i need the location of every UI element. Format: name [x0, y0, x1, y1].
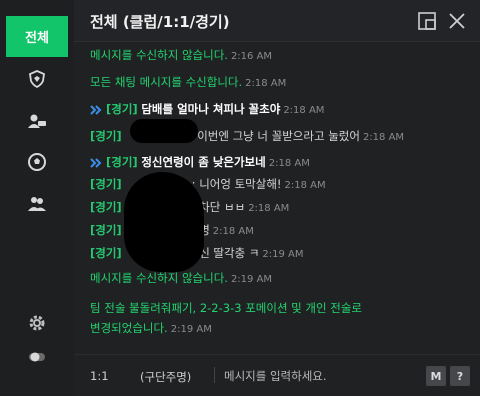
close-icon[interactable]: [446, 10, 468, 32]
gear-icon[interactable]: [26, 312, 48, 334]
shield-icon[interactable]: [26, 68, 48, 90]
list-item: [경기]: 니어엉 토막살해! 2:18 AM: [90, 177, 326, 191]
tab-all[interactable]: 전체: [6, 16, 68, 57]
group-icon[interactable]: [26, 193, 48, 215]
recipient-selector[interactable]: (구단주명): [140, 369, 191, 385]
list-item: [경기] 정신연령이 좀 낮은가보네 2:18 AM: [90, 154, 310, 172]
list-item: 변경되었습니다. 2:19 AM: [90, 321, 212, 335]
toggle-icon[interactable]: [26, 346, 48, 368]
list-item: 메시지를 수신하지 않습니다. 2:19 AM: [90, 271, 273, 285]
channel-selector[interactable]: 1:1: [90, 369, 109, 383]
message-list: 메시지를 수신하지 않습니다. 2:16 AM 모든 채팅 메시지를 수신합니다.…: [74, 44, 480, 344]
list-item: [경기] 담배를 얼마나 쳐피나 꼴초야 2:18 AM: [90, 101, 324, 119]
macro-button[interactable]: M: [426, 366, 446, 386]
list-item: 모든 채팅 메시지를 수신합니다. 2:18 AM: [90, 75, 287, 89]
redacted-name: [124, 172, 204, 272]
friend-chat-icon[interactable]: [26, 110, 48, 132]
sidebar: 전체: [0, 0, 74, 396]
shout-arrow-icon: [90, 104, 102, 115]
chat-input-bar: 1:1 (구단주명) M ?: [74, 354, 480, 396]
shout-arrow-icon: [90, 157, 102, 168]
list-item: 메시지를 수신하지 않습니다. 2:16 AM: [90, 48, 273, 62]
chat-panel: 전체 (클럽/1:1/경기) 메시지를 수신하지 않습니다. 2:16 AM 모든…: [74, 0, 480, 396]
redacted-name: [130, 119, 198, 143]
minimize-window-icon[interactable]: [416, 10, 438, 32]
list-item: 팀 전술 불돌려줘패기, 2-2-3-3 포메이션 및 개인 전술로: [90, 301, 362, 315]
ball-icon[interactable]: [26, 151, 48, 173]
help-button[interactable]: ?: [450, 366, 470, 386]
chat-header: 전체 (클럽/1:1/경기): [74, 0, 480, 42]
divider: [214, 367, 215, 383]
page-title: 전체 (클럽/1:1/경기): [90, 13, 230, 31]
message-input[interactable]: [224, 364, 419, 388]
